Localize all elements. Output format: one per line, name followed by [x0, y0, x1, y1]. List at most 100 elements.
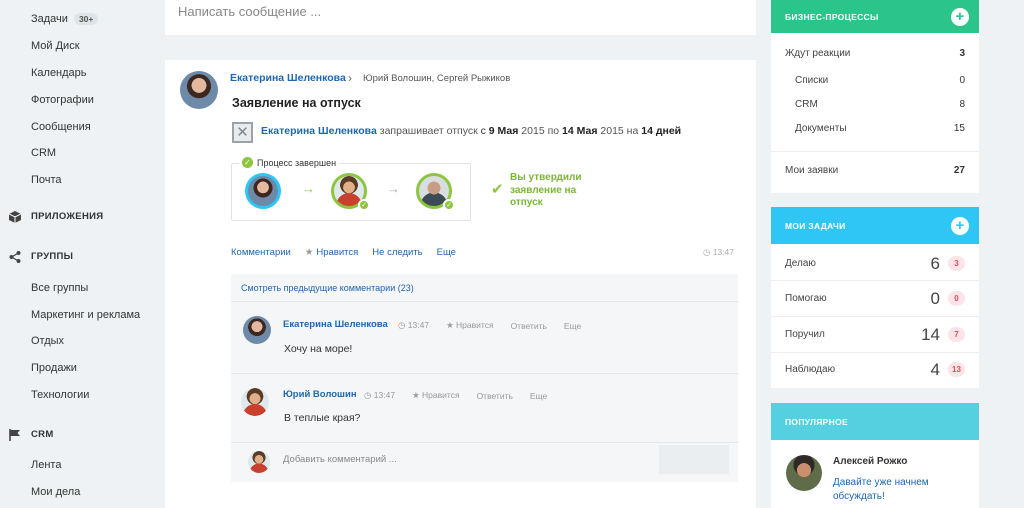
add-comment-input[interactable]: Добавить комментарий ... [283, 454, 397, 465]
comment-more-link[interactable]: Еще [530, 391, 547, 401]
approved-check-icon: ✓ [358, 199, 370, 211]
approved-message: Вы утвердили заявление на отпуск [510, 172, 582, 208]
sidebar-section-apps[interactable]: ПРИЛОЖЕНИЯ [8, 210, 103, 223]
sidebar-item-calendar[interactable]: Календарь [31, 67, 87, 79]
comment-like-button[interactable]: ★ Нравится [446, 320, 494, 331]
comment-meta: ◷ 13:47 ★ Нравится Ответить Еще [398, 320, 581, 331]
comment-time: ◷ 13:47 [398, 320, 429, 331]
comment-like-button[interactable]: ★ Нравится [412, 390, 460, 401]
unfollow-link[interactable]: Не следить [372, 247, 422, 258]
sidebar-item-photos[interactable]: Фотографии [31, 94, 94, 106]
row-label: Списки [795, 75, 829, 86]
author-avatar[interactable] [180, 71, 218, 109]
new-count-badge: 13 [948, 362, 965, 377]
comment-avatar[interactable] [241, 388, 269, 416]
request-from-year: 2015 [521, 125, 545, 137]
request-author-link[interactable]: Екатерина Шеленкова [261, 125, 377, 137]
like-label: Нравится [456, 320, 494, 330]
row-label: Поручил [785, 329, 825, 340]
row-label: Наблюдаю [785, 364, 836, 375]
my-requests-row[interactable]: Мои заявки 27 [785, 165, 965, 176]
my-avatar [248, 451, 270, 473]
task-row-doing[interactable]: Делаю 6 3 [785, 246, 965, 281]
vacation-request-line: Екатерина Шеленкова запрашивает отпуск с… [261, 125, 681, 137]
sidebar-item-technology[interactable]: Технологии [31, 389, 89, 401]
post-title: Заявление на отпуск [232, 96, 361, 110]
like-button[interactable]: ★ Нравится [305, 247, 358, 258]
left-sidebar: Задачи 30+ Мой Диск Календарь Фотографии … [0, 0, 160, 508]
comment-more-link[interactable]: Еще [564, 321, 581, 331]
plus-icon[interactable]: + [951, 216, 969, 235]
process-status: ✓ Процесс завершен [239, 157, 340, 168]
sidebar-section-groups[interactable]: ГРУППЫ [8, 250, 73, 263]
sidebar-item-crm[interactable]: CRM [31, 147, 56, 159]
clock-icon: ◷ [364, 390, 374, 400]
widget-title: БИЗНЕС-ПРОЦЕССЫ [785, 11, 879, 22]
task-row-watching[interactable]: Наблюдаю 4 13 [785, 352, 965, 387]
comment-reply-link[interactable]: Ответить [477, 391, 513, 401]
comment-meta: ◷ 13:47 ★ Нравится Ответить Еще [364, 390, 547, 401]
row-count: 14 [921, 324, 940, 344]
post-author-link[interactable]: Екатерина Шеленкова [230, 72, 346, 84]
section-label: ГРУППЫ [31, 251, 74, 262]
sidebar-item-label: Задачи [31, 13, 68, 25]
comment-time-value: 13:47 [407, 320, 430, 330]
like-label: Нравится [316, 247, 359, 258]
sidebar-item-sales[interactable]: Продажи [31, 362, 77, 374]
documents-row[interactable]: Документы 15 [795, 123, 965, 134]
request-days: 14 дней [641, 125, 682, 137]
task-row-assigned[interactable]: Поручил 14 7 [785, 317, 965, 352]
post-actions: Комментарии ★ Нравится Не следить Еще [231, 247, 456, 258]
comment-time: ◷ 13:47 [364, 390, 395, 401]
sidebar-item-marketing[interactable]: Маркетинг и реклама [31, 309, 140, 321]
new-count-badge: 3 [948, 256, 965, 271]
popular-header: ПОПУЛЯРНОЕ [771, 403, 979, 440]
comment-author-link[interactable]: Юрий Волошин [283, 389, 357, 400]
task-row-assisting[interactable]: Помогаю 0 0 [785, 281, 965, 316]
sidebar-item-all-groups[interactable]: Все группы [31, 282, 88, 294]
flow-avatar-requester[interactable] [245, 173, 281, 209]
plus-icon[interactable]: + [951, 7, 969, 26]
lists-row[interactable]: Списки 0 [795, 75, 965, 86]
post-time: ◷ 13:47 [703, 247, 734, 258]
post-recipients[interactable]: Юрий Волошин, Сергей Рыжиков [363, 73, 510, 84]
sidebar-item-leisure[interactable]: Отдых [31, 335, 64, 347]
row-count: 15 [953, 123, 965, 134]
sidebar-section-crm[interactable]: CRM [8, 428, 54, 441]
sidebar-item-tasks[interactable]: Задачи 30+ [31, 13, 99, 25]
row-count: 0 [959, 75, 965, 86]
new-count-badge: 7 [948, 327, 965, 342]
flag-icon [8, 428, 21, 441]
more-link[interactable]: Еще [437, 247, 456, 258]
check-icon: ✓ [242, 157, 253, 168]
sidebar-item-messages[interactable]: Сообщения [31, 121, 91, 133]
row-label: CRM [795, 99, 818, 110]
comments-link[interactable]: Комментарии [231, 247, 291, 258]
widget-title: МОИ ЗАДАЧИ [785, 220, 846, 231]
popular-author-avatar[interactable] [786, 455, 822, 491]
request-from-date: 9 Мая [488, 125, 519, 137]
popular-author-name[interactable]: Алексей Рожко [833, 456, 907, 467]
clock-icon: ◷ [398, 320, 408, 330]
sidebar-item-my-activities[interactable]: Мои дела [31, 486, 80, 498]
request-to-date: 14 Мая [562, 125, 598, 137]
sidebar-item-drive[interactable]: Мой Диск [31, 40, 80, 52]
sidebar-item-mail[interactable]: Почта [31, 174, 62, 186]
sidebar-item-feed[interactable]: Лента [31, 459, 61, 471]
section-label: CRM [31, 429, 54, 440]
comment-reply-link[interactable]: Ответить [511, 321, 547, 331]
process-status-label: Процесс завершен [257, 157, 337, 168]
request-from-word: с [480, 125, 486, 137]
popular-post-link[interactable]: Давайте уже начнем обсуждать! [833, 476, 963, 504]
message-composer[interactable]: Написать сообщение ... [165, 0, 756, 35]
comment-text: В теплые края? [284, 412, 361, 424]
waiting-reaction-row[interactable]: Ждут реакции 3 [785, 48, 965, 59]
crm-row[interactable]: CRM 8 [795, 99, 965, 110]
show-previous-comments-link[interactable]: Смотреть предыдущие комментарии (23) [241, 283, 414, 293]
comments-block: Смотреть предыдущие комментарии (23) Ека… [231, 274, 738, 482]
send-comment-button[interactable] [659, 445, 729, 474]
widget-title: ПОПУЛЯРНОЕ [785, 416, 848, 427]
comment-author-link[interactable]: Екатерина Шеленкова [283, 319, 388, 330]
request-to-year: 2015 [600, 125, 624, 137]
comment-avatar[interactable] [243, 316, 271, 344]
